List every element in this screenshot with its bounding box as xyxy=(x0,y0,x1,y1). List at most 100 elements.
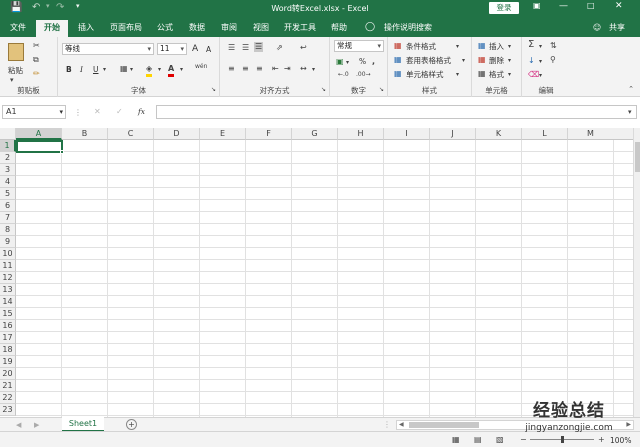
accounting-dropdown-icon[interactable]: ▾ xyxy=(346,58,349,68)
delete-dropdown-icon[interactable]: ▾ xyxy=(508,56,511,66)
formula-input[interactable] xyxy=(156,105,637,119)
percent-style-button[interactable]: % xyxy=(359,57,366,66)
clear-dropdown-icon[interactable]: ▾ xyxy=(539,71,542,81)
fill-dropdown-icon[interactable]: ▾ xyxy=(539,57,542,67)
accounting-format-icon[interactable]: ▣ xyxy=(336,57,344,67)
name-box[interactable]: A1 ▾ xyxy=(2,105,66,119)
row-header-7[interactable]: 7 xyxy=(0,212,16,224)
format-painter-icon[interactable]: ✏ xyxy=(33,69,40,79)
insert-dropdown-icon[interactable]: ▾ xyxy=(508,42,511,52)
normal-view-icon[interactable]: ▦ xyxy=(452,435,460,445)
format-dropdown-icon[interactable]: ▾ xyxy=(508,70,511,80)
conditional-format-icon[interactable]: ▦ xyxy=(394,41,402,51)
font-color-icon[interactable]: A xyxy=(168,64,175,77)
row-header-22[interactable]: 22 xyxy=(0,392,16,404)
minimize-icon[interactable]: — xyxy=(559,1,568,11)
row-header-20[interactable]: 20 xyxy=(0,368,16,380)
active-cell-A1[interactable] xyxy=(16,140,64,154)
row-header-16[interactable]: 16 xyxy=(0,320,16,332)
vertical-scroll-thumb[interactable] xyxy=(635,142,640,172)
increase-indent-icon[interactable]: ⇥ xyxy=(284,64,291,74)
row-header-18[interactable]: 18 xyxy=(0,344,16,356)
align-center-icon[interactable]: ≡ xyxy=(242,64,249,74)
row-header-1[interactable]: 1 xyxy=(0,140,16,152)
font-name-combo[interactable]: 等线 ▾ xyxy=(62,43,154,55)
column-header-E[interactable]: E xyxy=(200,128,246,140)
fill-color-icon[interactable]: ◈ xyxy=(146,64,153,77)
fill-color-dropdown-icon[interactable]: ▾ xyxy=(158,65,161,75)
row-header-14[interactable]: 14 xyxy=(0,296,16,308)
select-all-corner[interactable] xyxy=(0,128,16,140)
maximize-icon[interactable]: □ xyxy=(587,1,595,10)
comma-style-icon[interactable]: , xyxy=(372,57,375,67)
wrap-text-icon[interactable]: ↩ xyxy=(300,43,307,53)
row-header-21[interactable]: 21 xyxy=(0,380,16,392)
clear-icon[interactable]: ⌫ xyxy=(528,70,539,80)
row-header-5[interactable]: 5 xyxy=(0,188,16,200)
row-header-11[interactable]: 11 xyxy=(0,260,16,272)
page-layout-view-icon[interactable]: ▤ xyxy=(474,435,482,445)
dialog-launcher-icon[interactable]: ↘ xyxy=(321,85,326,95)
sort-filter-icon[interactable]: ⇅ xyxy=(550,41,557,51)
tab-home[interactable]: 开始 xyxy=(36,20,68,37)
name-box-dropdown-icon[interactable]: ▾ xyxy=(59,106,63,118)
find-select-icon[interactable]: ⚲ xyxy=(550,55,556,65)
align-middle-icon[interactable]: ☰ xyxy=(242,43,249,53)
align-right-icon[interactable]: ≡ xyxy=(256,64,263,74)
dialog-launcher-icon[interactable]: ↘ xyxy=(211,85,216,95)
borders-icon[interactable]: ▦ xyxy=(120,64,128,74)
copy-icon[interactable]: ⧉ xyxy=(33,55,39,65)
sheet-tab-sheet1[interactable]: Sheet1 xyxy=(62,417,104,432)
column-header-F[interactable]: F xyxy=(246,128,292,140)
bold-button[interactable]: B xyxy=(66,65,72,74)
font-size-combo[interactable]: 11 ▾ xyxy=(157,43,187,55)
grow-font-button[interactable]: A xyxy=(192,44,198,54)
column-header-J[interactable]: J xyxy=(430,128,476,140)
scroll-left-icon[interactable]: ◀ xyxy=(399,421,404,428)
share-button[interactable]: 共享 xyxy=(604,20,630,37)
column-header-I[interactable]: I xyxy=(384,128,430,140)
tab-review[interactable]: 审阅 xyxy=(214,20,244,37)
tab-help[interactable]: 帮助 xyxy=(324,20,354,37)
decrease-decimal-icon[interactable]: .00→ xyxy=(356,70,371,80)
vertical-scrollbar[interactable] xyxy=(633,128,640,417)
cell-styles-icon[interactable]: ▦ xyxy=(394,69,402,79)
row-header-12[interactable]: 12 xyxy=(0,272,16,284)
decrease-indent-icon[interactable]: ⇤ xyxy=(272,64,279,74)
merge-center-icon[interactable]: ↔ xyxy=(300,64,307,74)
phonetic-guide-icon[interactable]: wén xyxy=(195,62,207,72)
tab-page-layout[interactable]: 页面布局 xyxy=(104,20,148,37)
row-header-6[interactable]: 6 xyxy=(0,200,16,212)
login-button[interactable]: 登录 xyxy=(489,2,519,14)
column-header-D[interactable]: D xyxy=(154,128,200,140)
format-as-table-icon[interactable]: ▦ xyxy=(394,55,402,65)
tab-view[interactable]: 视图 xyxy=(246,20,276,37)
font-color-dropdown-icon[interactable]: ▾ xyxy=(180,65,183,75)
expand-formula-icon[interactable]: ▾ xyxy=(628,107,632,117)
number-format-combo[interactable]: 常规 ▾ xyxy=(334,40,384,52)
shrink-font-button[interactable]: A xyxy=(206,45,211,54)
cell-grid[interactable] xyxy=(16,140,633,417)
align-top-icon[interactable]: ☰ xyxy=(228,43,235,53)
paste-icon[interactable] xyxy=(8,43,24,61)
row-header-15[interactable]: 15 xyxy=(0,308,16,320)
row-header-19[interactable]: 19 xyxy=(0,356,16,368)
format-as-table-button[interactable]: 套用表格格式 xyxy=(406,55,451,66)
row-header-17[interactable]: 17 xyxy=(0,332,16,344)
autosum-icon[interactable]: Σ xyxy=(528,40,534,50)
underline-button[interactable]: U xyxy=(93,65,99,74)
prev-sheet-icon[interactable]: ◀ xyxy=(16,420,21,430)
enter-icon[interactable]: ✓ xyxy=(116,107,123,117)
fill-icon[interactable]: ↓ xyxy=(528,56,535,66)
conditional-format-button[interactable]: 条件格式 xyxy=(406,41,436,52)
format-cells-button[interactable]: 格式 xyxy=(489,69,504,80)
delete-cells-button[interactable]: 删除 xyxy=(489,55,504,66)
row-header-9[interactable]: 9 xyxy=(0,236,16,248)
delete-cells-icon[interactable]: ▦ xyxy=(478,55,486,65)
row-header-13[interactable]: 13 xyxy=(0,284,16,296)
insert-cells-button[interactable]: 插入 xyxy=(489,41,504,52)
column-header-B[interactable]: B xyxy=(62,128,108,140)
format-as-table-dropdown-icon[interactable]: ▾ xyxy=(462,56,465,66)
borders-dropdown-icon[interactable]: ▾ xyxy=(130,65,133,75)
share-person-icon[interactable]: ☺ xyxy=(592,20,602,37)
